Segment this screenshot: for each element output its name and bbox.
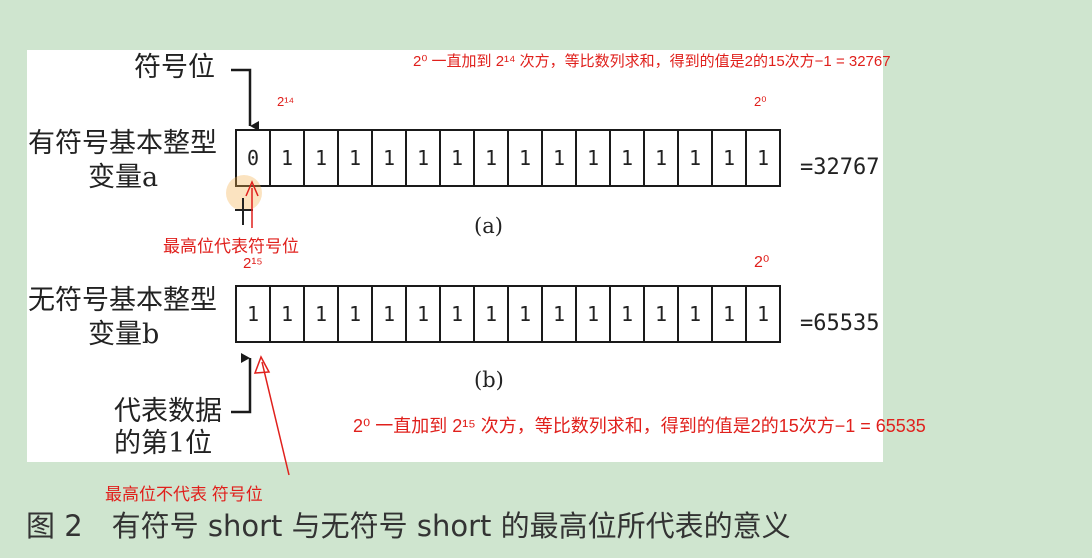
data-first-bit-arrow xyxy=(231,353,252,414)
msb-sign-note: 最高位代表符号位 xyxy=(163,237,299,256)
a-left-exponent: 2¹⁴ xyxy=(277,94,295,109)
b-left-exponent: 2¹⁵ xyxy=(243,255,263,272)
a-right-exponent: 2⁰ xyxy=(754,94,767,109)
figure-caption: 图 2 有符号 short 与无符号 short 的最高位所代表的意义 xyxy=(26,509,791,543)
arrow-overlay xyxy=(226,68,290,476)
b-right-exponent: 2⁰ xyxy=(754,254,770,271)
top-sum-note: 2⁰ 一直加到 2¹⁴ 次方，等比数列求和，得到的值是2的15次方−1 = 32… xyxy=(413,53,891,70)
red-arrow-b xyxy=(261,361,290,476)
bottom-sum-note: 2⁰ 一直加到 2¹⁵ 次方，等比数列求和，得到的值是2的15次方−1 = 65… xyxy=(353,416,926,436)
msb-not-sign-note: 最高位不代表 符号位 xyxy=(105,485,263,504)
sign-bit-arrow xyxy=(231,68,259,131)
